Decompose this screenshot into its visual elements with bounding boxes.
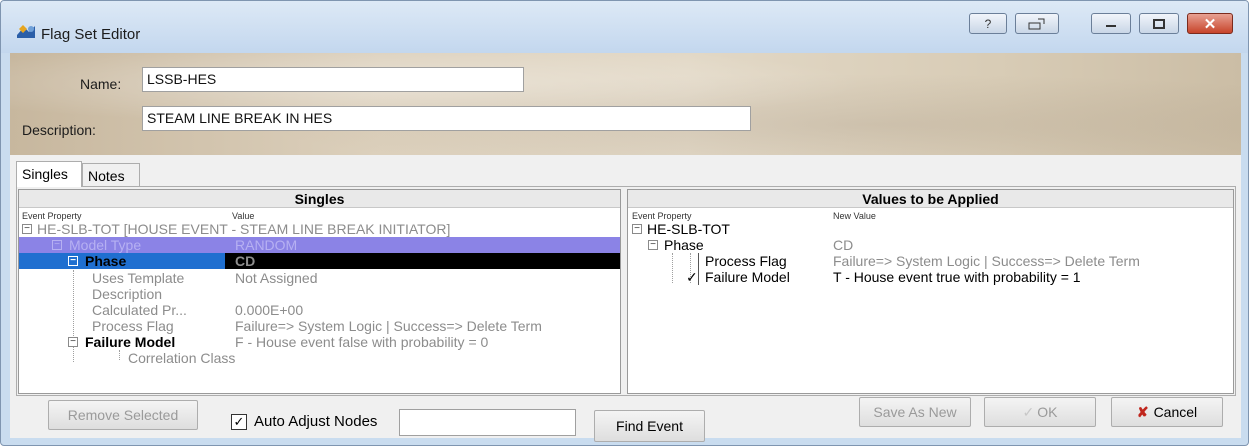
values-col-value: New Value [833,211,876,221]
row-value: 0.000E+00 [235,302,304,318]
window-title: Flag Set Editor [41,26,141,43]
find-event-button[interactable]: Find Event [594,410,705,442]
singles-row-model-type[interactable]: − Model Type RANDOM [19,237,620,253]
singles-grid-title: Singles [19,190,620,208]
row-value: Failure=> System Logic | Success=> Delet… [833,253,1140,269]
singles-root-label: HE-SLB-TOT [HOUSE EVENT - STEAM LINE BRE… [37,221,451,237]
remove-selected-button[interactable]: Remove Selected [48,400,198,430]
singles-row-description[interactable]: Description [19,286,620,302]
row-property: Uses Template [92,270,185,286]
minimize-button[interactable] [1091,13,1131,34]
singles-col-value: Value [232,211,255,221]
row-value: RANDOM [235,237,298,253]
close-icon: ✕ [1203,15,1217,33]
tab-notes[interactable]: Notes [82,163,140,187]
description-field[interactable]: STEAM LINE BREAK IN HES [142,106,751,131]
auto-adjust-checkbox[interactable]: ✓ [231,414,247,430]
tab-singles-label: Singles [22,166,68,182]
save-as-new-button[interactable]: Save As New [859,397,971,427]
auto-adjust-label: Auto Adjust Nodes [254,413,378,430]
header-panel: Name: LSSB-HES Description: STEAM LINE B… [10,53,1241,155]
collapse-icon[interactable]: − [632,224,642,234]
values-root-label: HE-SLB-TOT [647,221,730,237]
cancel-button[interactable]: ✘ Cancel [1111,397,1223,427]
values-row-process-flag[interactable]: Process Flag Failure=> System Logic | Su… [628,253,1233,269]
row-value: CD [833,237,854,253]
restore-icon [1028,18,1045,29]
singles-col-property: Event Property [22,211,82,221]
row-value: T - House event true with probability = … [833,269,1081,285]
help-button[interactable]: ? [969,13,1007,34]
row-property: Phase [85,253,127,269]
row-property: Model Type [69,237,142,253]
minimize-icon [1106,24,1116,27]
row-value: Not Assigned [235,270,318,286]
singles-row-phase[interactable]: − Phase CD [19,253,620,269]
singles-row-uses-template[interactable]: Uses Template Not Assigned [19,270,620,286]
cancel-label: Cancel [1153,404,1198,420]
values-col-property: Event Property [632,211,692,221]
tab-notes-label: Notes [88,168,125,184]
main-panel: Singles Notes Singles Event Property Val… [10,155,1241,442]
name-label: Name: [80,76,122,92]
check-icon: ✓ [1022,403,1035,420]
singles-row-process-flag[interactable]: Process Flag Failure=> System Logic | Su… [19,318,620,334]
remove-selected-label: Remove Selected [67,407,179,423]
row-property: Description [92,286,163,302]
collapse-icon[interactable]: − [68,256,78,266]
row-value: F - House event false with probability =… [235,334,489,350]
row-property: Failure Model [698,269,790,285]
checkmark-icon: ✓ [686,269,698,285]
maximize-icon [1153,18,1165,29]
flag-set-app-icon [17,25,35,38]
title-bar[interactable]: Flag Set Editor ? ✕ [1,1,1248,53]
singles-tab-page: Singles Event Property Value − HE-SLB-TO… [16,186,1236,396]
collapse-icon[interactable]: − [52,240,62,250]
row-property: Process Flag [698,253,787,269]
singles-row-correlation-class[interactable]: Correlation Class [19,350,620,366]
description-label: Description: [22,122,96,138]
close-button[interactable]: ✕ [1187,13,1233,34]
row-property: Process Flag [92,318,174,334]
save-as-new-label: Save As New [873,404,957,420]
find-event-label: Find Event [616,418,683,434]
collapse-icon[interactable]: − [22,224,32,234]
values-row-phase[interactable]: − Phase CD [628,237,1233,253]
values-grid[interactable]: Values to be Applied Event Property New … [627,189,1234,394]
cancel-x-icon: ✘ [1136,403,1149,420]
help-icon: ? [984,16,992,31]
restore-button[interactable] [1015,13,1059,34]
maximize-button[interactable] [1139,13,1179,34]
row-value: CD [235,253,256,269]
event-search-field[interactable] [399,409,576,436]
collapse-icon[interactable]: − [648,240,658,250]
singles-root-row[interactable]: − HE-SLB-TOT [HOUSE EVENT - STEAM LINE B… [19,221,620,237]
singles-grid[interactable]: Singles Event Property Value − HE-SLB-TO… [18,189,621,394]
name-field[interactable]: LSSB-HES [142,67,524,92]
flag-set-editor-window: Flag Set Editor ? ✕ Name: LSSB-HES Descr [0,0,1249,446]
ok-label: OK [1037,404,1058,420]
singles-row-calculated[interactable]: Calculated Pr... 0.000E+00 [19,302,620,318]
row-value: Failure=> System Logic | Success=> Delet… [235,318,542,334]
values-row-failure-model[interactable]: ✓ Failure Model T - House event true wit… [628,269,1233,285]
row-property: Calculated Pr... [92,302,187,318]
row-property: Failure Model [85,334,176,350]
singles-row-failure-model[interactable]: − Failure Model F - House event false wi… [19,334,620,350]
values-root-row[interactable]: − HE-SLB-TOT [628,221,1233,237]
row-property: Correlation Class [128,350,236,366]
checkmark-icon: ✓ [233,414,245,429]
row-property: Phase [664,237,704,253]
collapse-icon[interactable]: − [68,337,78,347]
tab-singles[interactable]: Singles [16,161,82,187]
ok-button[interactable]: ✓ OK [984,397,1096,427]
values-grid-title: Values to be Applied [628,190,1233,208]
